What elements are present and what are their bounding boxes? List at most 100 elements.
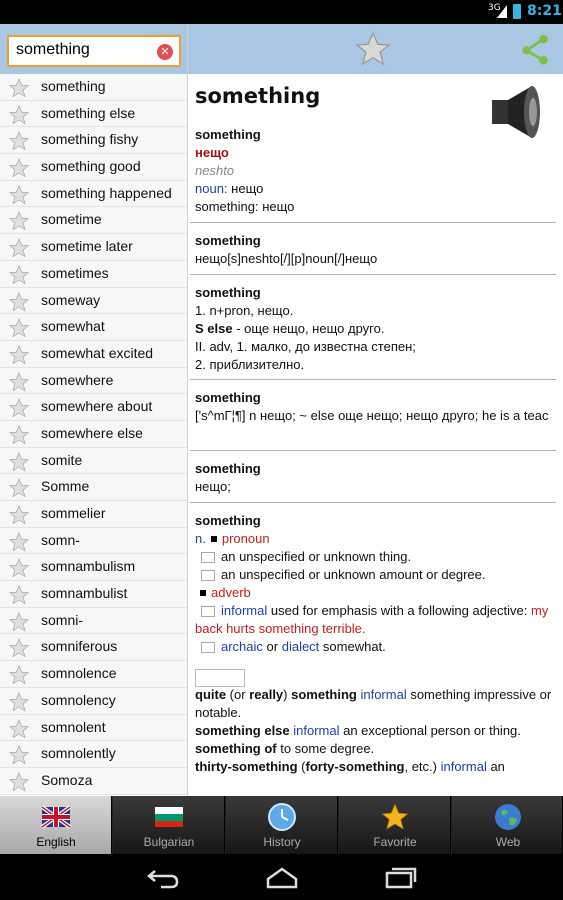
word-label: sometimes xyxy=(41,264,109,281)
pos-adverb: adverb xyxy=(211,585,251,600)
entry-headword: something xyxy=(195,233,261,248)
word-list-item[interactable]: somnolence xyxy=(0,661,187,688)
word-list-item[interactable]: somnolent xyxy=(0,714,187,742)
home-icon[interactable] xyxy=(264,865,300,889)
star-icon[interactable] xyxy=(8,665,30,685)
pos-pronoun: pronoun xyxy=(221,531,270,546)
star-icon[interactable] xyxy=(8,211,30,231)
star-icon[interactable] xyxy=(8,398,30,418)
word-list-item[interactable]: somite xyxy=(0,447,187,475)
star-icon[interactable] xyxy=(8,505,30,525)
word-list-item[interactable]: somnolency xyxy=(0,687,187,715)
entry-headword: something xyxy=(195,461,261,476)
star-icon[interactable] xyxy=(8,131,30,151)
phrase-bold: something else xyxy=(195,723,290,738)
tab-favorite[interactable]: Favorite xyxy=(339,796,451,854)
bullet-icon xyxy=(200,590,206,597)
checkbox-icon[interactable] xyxy=(201,642,215,654)
star-icon[interactable] xyxy=(8,638,30,658)
pos-label: noun: xyxy=(195,181,228,196)
word-list-item[interactable]: sometimes xyxy=(0,260,187,288)
word-list-item[interactable]: something else xyxy=(0,100,187,128)
entry-headword: something xyxy=(195,390,261,405)
register-label: informal xyxy=(221,603,268,618)
word-list-item[interactable]: something happened xyxy=(0,180,187,208)
star-icon[interactable] xyxy=(8,531,30,552)
recent-apps-icon[interactable] xyxy=(383,865,419,889)
entry-2: something нещо[s]neshto[/][p]noun[/]нещо xyxy=(195,232,555,268)
star-icon[interactable] xyxy=(8,318,30,338)
word-label: something good xyxy=(41,158,141,175)
add-favorite-star-icon[interactable] xyxy=(354,30,392,68)
clear-search-icon[interactable]: ✕ xyxy=(157,44,173,60)
star-icon[interactable] xyxy=(8,184,30,205)
word-label: somewhat excited xyxy=(41,344,154,361)
phrase-bold: something xyxy=(291,687,357,702)
word-list-item[interactable]: somnolently xyxy=(0,741,187,768)
word-list-pane: something ✕ something something else somet… xyxy=(0,24,188,796)
tab-bulgarian[interactable]: Bulgarian xyxy=(113,796,225,854)
checkbox-icon[interactable] xyxy=(201,570,215,582)
word-label: somnolently xyxy=(41,745,116,762)
back-icon[interactable] xyxy=(145,865,181,889)
word-list-item[interactable]: somewhere about xyxy=(0,394,187,421)
word-list-item[interactable]: somnambulism xyxy=(0,554,187,582)
word-list-item[interactable]: sometime xyxy=(0,207,187,235)
word-list-item[interactable]: Somme xyxy=(0,474,187,501)
share-icon[interactable] xyxy=(518,32,552,66)
register-label: informal xyxy=(356,687,407,702)
star-icon[interactable] xyxy=(8,478,30,498)
star-icon[interactable] xyxy=(8,558,30,578)
word-list-item[interactable]: something fishy xyxy=(0,127,187,155)
sense: an unspecified or unknown thing. xyxy=(195,548,555,566)
word-list-item[interactable]: somewhat excited xyxy=(0,340,187,368)
checkbox-icon[interactable] xyxy=(201,552,215,564)
star-icon[interactable] xyxy=(8,344,30,365)
word-list-item[interactable]: somewhere xyxy=(0,367,187,395)
star-icon[interactable] xyxy=(8,451,30,472)
star-icon[interactable] xyxy=(8,371,30,392)
star-icon[interactable] xyxy=(8,78,30,98)
star-icon[interactable] xyxy=(8,718,30,739)
star-icon[interactable] xyxy=(8,291,30,312)
tab-english[interactable]: English xyxy=(0,796,112,854)
word-list-item[interactable]: somn- xyxy=(0,527,187,555)
word-list-item[interactable]: sometime later xyxy=(0,234,187,261)
search-input[interactable]: something ✕ xyxy=(7,35,181,67)
star-icon[interactable] xyxy=(8,264,30,285)
word-label: sometime xyxy=(41,211,102,228)
divider xyxy=(190,502,556,503)
star-icon[interactable] xyxy=(8,745,30,765)
star-icon[interactable] xyxy=(8,585,30,605)
word-label: somnolency xyxy=(41,691,116,708)
star-icon[interactable] xyxy=(8,424,30,445)
word-list-item[interactable]: somewhere else xyxy=(0,420,187,448)
word-list-item[interactable]: someway xyxy=(0,287,187,315)
star-icon[interactable] xyxy=(8,158,30,178)
word-list-item[interactable]: somnambulist xyxy=(0,581,187,608)
entry-line: II. adv, 1. малко, до известна степен; xyxy=(195,339,416,354)
word-list-item[interactable]: somni- xyxy=(0,607,187,635)
star-icon[interactable] xyxy=(8,771,30,792)
word-label: somewhere about xyxy=(41,398,153,415)
entry-translation: нещо xyxy=(195,145,229,160)
checkbox-icon[interactable] xyxy=(201,606,215,618)
word-list-item[interactable]: sommelier xyxy=(0,501,187,528)
word-list-item[interactable]: Somoza xyxy=(0,767,187,795)
star-icon[interactable] xyxy=(8,611,30,632)
tab-web[interactable]: Web xyxy=(452,796,563,854)
word-list-item[interactable]: somewhat xyxy=(0,314,187,341)
word-label: somnolent xyxy=(41,718,106,735)
note-input[interactable] xyxy=(195,669,245,687)
tab-label: History xyxy=(263,835,301,849)
word-list-item[interactable]: something good xyxy=(0,154,187,181)
entry-1: something нещо neshto noun: нещо somethi… xyxy=(195,126,555,216)
tab-history[interactable]: History xyxy=(226,796,338,854)
star-icon[interactable] xyxy=(8,691,30,712)
bullet-icon xyxy=(210,536,217,543)
star-icon[interactable] xyxy=(8,104,30,125)
word-list-item[interactable]: something xyxy=(0,74,187,101)
word-list-item[interactable]: somniferous xyxy=(0,634,187,662)
word-label: someway xyxy=(41,291,101,308)
star-icon[interactable] xyxy=(8,238,30,258)
